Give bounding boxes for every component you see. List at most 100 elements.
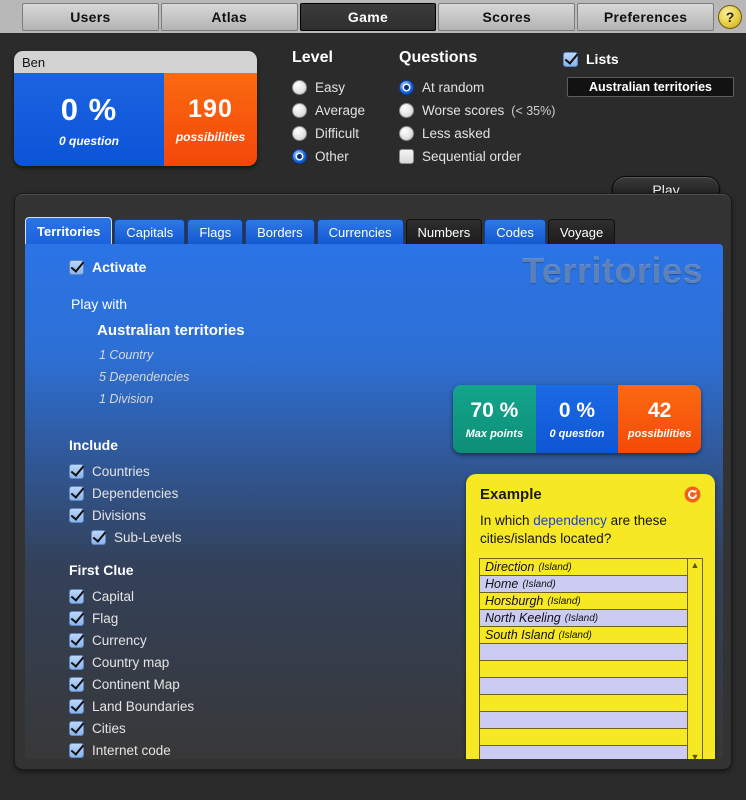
checkbox-capital[interactable]: Capital: [69, 585, 194, 607]
radio-questions-at-random[interactable]: At random: [399, 76, 555, 99]
tab-scores-label: Scores: [482, 9, 532, 25]
radio-questions-worse-scores[interactable]: Worse scores (< 35%): [399, 99, 555, 122]
scorecard-percent-cell: 0 % 0 question: [14, 73, 164, 166]
first-clue-title: First Clue: [69, 562, 134, 578]
checkbox-cities[interactable]: Cities: [69, 717, 194, 739]
radio-level-difficult[interactable]: Difficult: [292, 122, 365, 145]
worse-scores-note: (< 35%): [511, 103, 556, 118]
checkbox-currency[interactable]: Currency: [69, 629, 194, 651]
example-question-prefix: In which: [480, 513, 534, 528]
capital-checkbox-icon: [69, 588, 84, 604]
tab-preferences[interactable]: Preferences: [577, 3, 714, 31]
checkbox-dependencies[interactable]: Dependencies: [69, 482, 182, 504]
questions-title: Questions: [399, 49, 478, 66]
checkbox-country-map[interactable]: Country map: [69, 651, 194, 673]
tab-scores[interactable]: Scores: [438, 3, 576, 31]
play-with-breakdown: 1 Country 5 Dependencies 1 Division: [99, 344, 189, 410]
refresh-icon[interactable]: [684, 486, 701, 503]
countries-checkbox-icon: [69, 463, 84, 479]
list-item[interactable]: Direction (Island): [480, 559, 687, 576]
list-item-name: Horsburgh: [485, 594, 544, 608]
stat-possibilities-value: 42: [648, 398, 672, 422]
list-item[interactable]: [480, 678, 687, 695]
radio-level-average[interactable]: Average: [292, 99, 365, 122]
list-item[interactable]: Horsburgh (Island): [480, 593, 687, 610]
checkbox-internet-code[interactable]: Internet code: [69, 739, 194, 759]
checkbox-flag[interactable]: Flag: [69, 607, 194, 629]
radio-level-other[interactable]: Other: [292, 145, 365, 168]
play-with-line-country: 1 Country: [99, 348, 154, 362]
tab-capitals[interactable]: Capitals: [114, 219, 186, 244]
tab-atlas[interactable]: Atlas: [160, 3, 298, 31]
list-item[interactable]: [480, 695, 687, 712]
checkbox-sub-levels[interactable]: Sub-Levels: [69, 526, 182, 548]
tab-preferences-label: Preferences: [603, 9, 688, 25]
checkbox-divisions[interactable]: Divisions: [69, 504, 182, 526]
checkbox-activate[interactable]: Activate: [69, 259, 146, 275]
stat-score-label: 0 question: [549, 427, 605, 440]
lists-label: Lists: [586, 51, 619, 67]
selected-list-field[interactable]: Australian territories: [567, 77, 734, 97]
countries-label: Countries: [92, 463, 150, 479]
scroll-up-icon[interactable]: ▲: [689, 559, 702, 571]
country-map-label: Country map: [92, 654, 170, 670]
list-item-kind: (Island): [564, 612, 599, 624]
list-item[interactable]: Home (Island): [480, 576, 687, 593]
tab-users[interactable]: Users: [22, 3, 159, 31]
tab-codes[interactable]: Codes: [484, 219, 546, 244]
example-list: Direction (Island) Home (Island) Horsburgh…: [479, 558, 703, 759]
list-item[interactable]: [480, 712, 687, 729]
level-group: Level Easy Average Difficult Other: [292, 49, 365, 168]
example-list-scrollbar[interactable]: ▲ ▼: [687, 559, 702, 759]
tab-currencies[interactable]: Currencies: [316, 219, 404, 244]
list-item[interactable]: [480, 644, 687, 661]
list-item[interactable]: North Keeling (Island): [480, 610, 687, 627]
list-item[interactable]: [480, 746, 687, 759]
selected-list-value: Australian territories: [589, 80, 712, 94]
main-tab-bar: Users Atlas Game Scores Preferences ?: [0, 0, 746, 33]
help-icon[interactable]: ?: [717, 5, 742, 29]
radio-level-difficult-label: Difficult: [315, 126, 360, 141]
radio-average-icon: [292, 103, 307, 118]
continent-map-label: Continent Map: [92, 676, 180, 692]
checkbox-lists[interactable]: Lists: [563, 51, 738, 67]
tab-game-label: Game: [347, 9, 389, 25]
game-header: Ben 0 % 0 question 190 possibilities Lev…: [0, 33, 746, 203]
radio-at-random-label: At random: [422, 80, 485, 95]
play-with-label: Play with: [71, 296, 128, 312]
list-item[interactable]: [480, 729, 687, 746]
tab-flags[interactable]: Flags: [187, 219, 244, 244]
tab-borders[interactable]: Borders: [245, 219, 315, 244]
checkbox-countries[interactable]: Countries: [69, 460, 182, 482]
list-item-name: Direction: [485, 560, 535, 574]
list-item-kind: (Island): [547, 595, 581, 607]
activate-checkbox-icon: [69, 259, 84, 275]
scroll-down-icon[interactable]: ▼: [689, 751, 702, 759]
tab-numbers[interactable]: Numbers: [405, 219, 483, 244]
radio-level-easy[interactable]: Easy: [292, 76, 365, 99]
tab-codes-label: Codes: [496, 224, 534, 240]
lists-group: Lists Australian territories: [563, 51, 738, 97]
checkbox-land-boundaries[interactable]: Land Boundaries: [69, 695, 194, 717]
divisions-label: Divisions: [92, 507, 147, 523]
currency-checkbox-icon: [69, 632, 84, 648]
list-item-name: South Island: [485, 628, 555, 642]
scorecard-percent-value: 0 %: [60, 91, 118, 127]
radio-questions-less-asked[interactable]: Less asked: [399, 122, 555, 145]
tab-game[interactable]: Game: [299, 3, 437, 31]
currency-label: Currency: [92, 632, 147, 648]
tab-territories[interactable]: Territories: [25, 217, 113, 244]
radio-worse-scores-icon: [399, 103, 414, 118]
tab-voyage[interactable]: Voyage: [547, 219, 616, 244]
list-item-kind: (Island): [538, 561, 572, 573]
cities-label: Cities: [92, 720, 126, 736]
checkbox-sequential-order[interactable]: Sequential order: [399, 145, 555, 168]
checkbox-continent-map[interactable]: Continent Map: [69, 673, 194, 695]
sequential-order-label: Sequential order: [422, 149, 522, 164]
play-with-line-dependencies: 5 Dependencies: [99, 370, 190, 384]
list-item[interactable]: South Island (Island): [480, 627, 687, 644]
scorecard-possibilities-sub: possibilities: [175, 130, 246, 144]
list-item[interactable]: [480, 661, 687, 678]
radio-at-random-icon: [399, 80, 414, 95]
scorecard-possibilities-cell: 190 possibilities: [164, 73, 257, 166]
